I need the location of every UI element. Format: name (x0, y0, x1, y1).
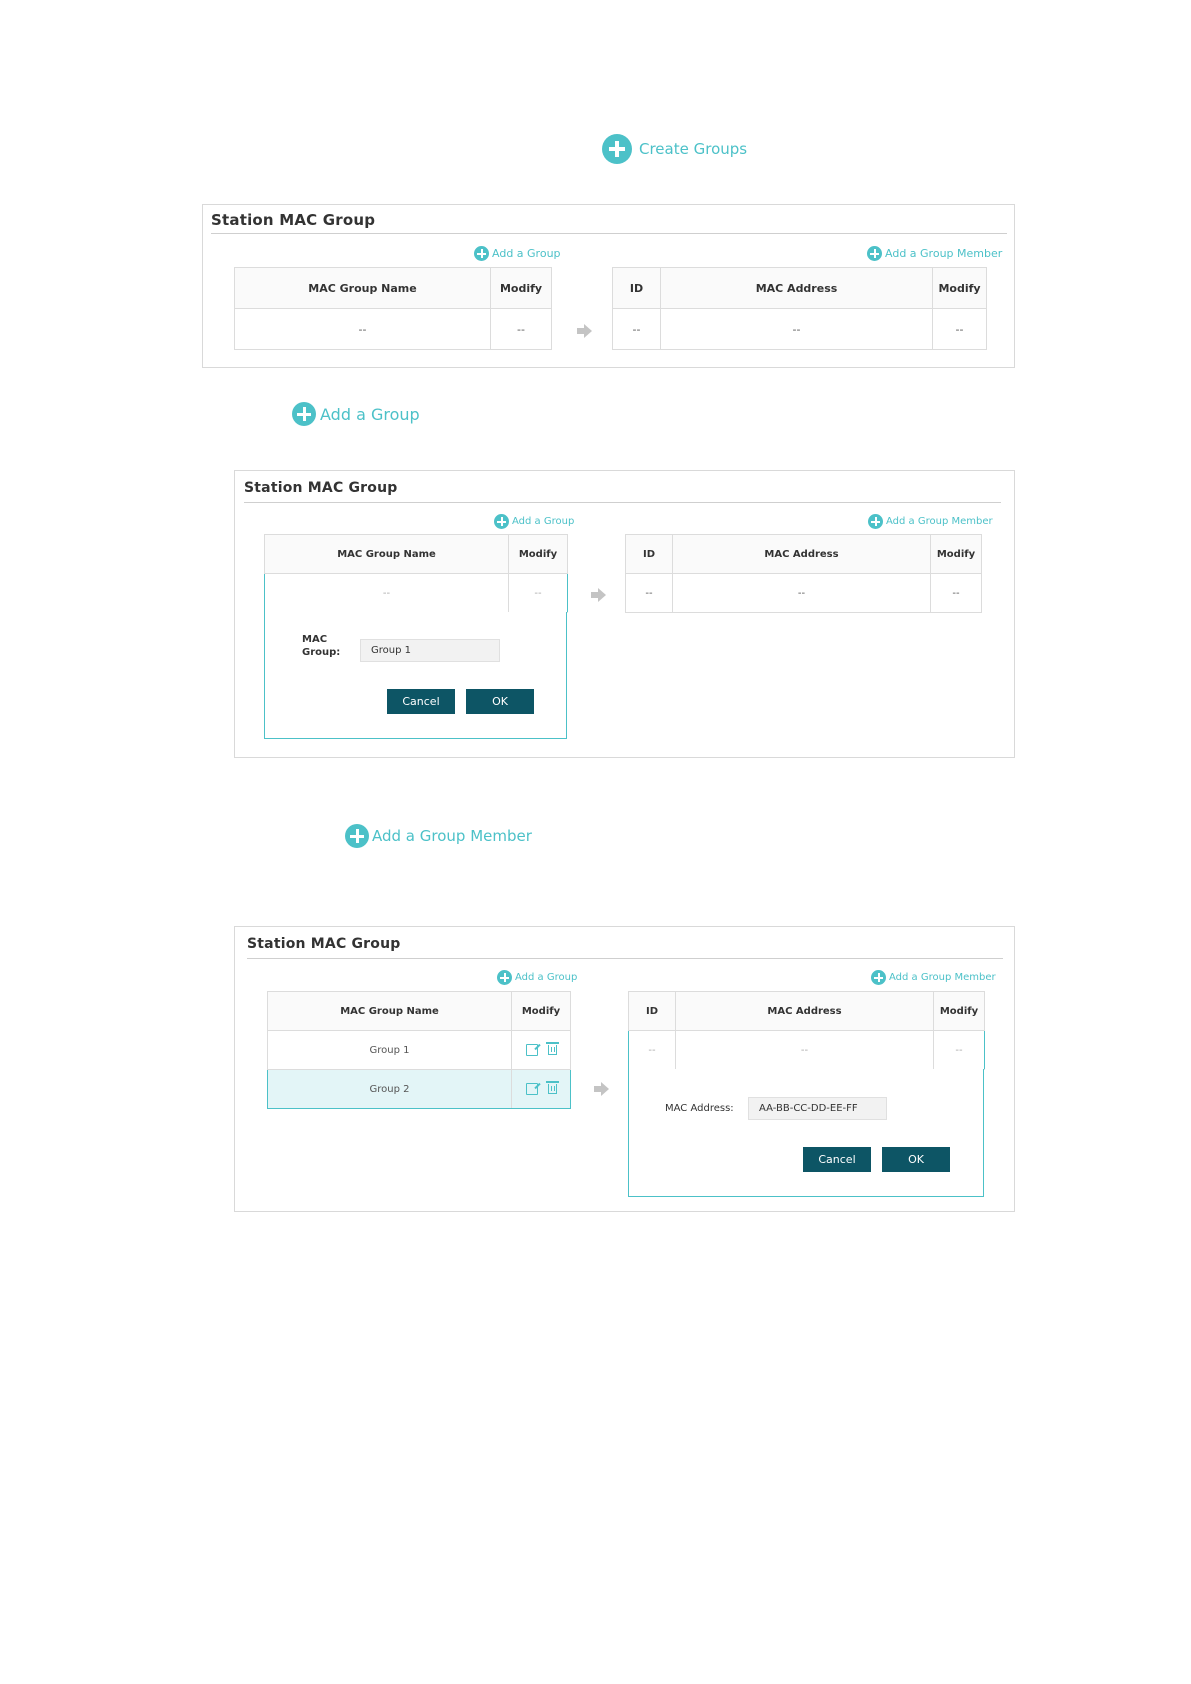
member-table: ID MAC Address Modify -- -- -- (628, 991, 985, 1070)
add-group-section-link[interactable]: Add a Group (292, 402, 420, 426)
cell-modify: -- (930, 573, 982, 613)
panel-title: Station MAC Group (211, 211, 376, 229)
cell-group-name: -- (234, 308, 491, 350)
column-header-mac-group-name[interactable]: MAC Group Name (234, 267, 491, 309)
plus-circle-icon (292, 402, 316, 426)
column-header-id[interactable]: ID (628, 991, 676, 1031)
panel-divider (247, 958, 1003, 959)
column-header-mac-group-name[interactable]: MAC Group Name (267, 991, 512, 1031)
add-group-member-link[interactable]: Add a Group Member (871, 970, 996, 985)
cell-id: -- (625, 573, 673, 613)
trash-icon[interactable] (545, 1081, 559, 1094)
plus-circle-icon (345, 824, 369, 848)
plus-circle-icon (497, 970, 512, 985)
create-groups-label: Create Groups (639, 140, 748, 158)
plus-circle-icon (867, 246, 882, 261)
arrow-right-icon (591, 588, 606, 602)
arrow-right-icon (594, 1082, 609, 1096)
add-group-label: Add a Group (512, 516, 575, 527)
add-group-section-label: Add a Group (320, 404, 420, 424)
cell-mac: -- (675, 1030, 934, 1070)
cell-group-name: -- (264, 573, 509, 613)
table-row[interactable]: -- -- (234, 308, 552, 350)
create-groups-link[interactable]: Create Groups (602, 134, 747, 164)
arrow-right-icon (577, 324, 592, 338)
column-header-id[interactable]: ID (612, 267, 661, 309)
column-header-modify[interactable]: Modify (508, 534, 568, 574)
edit-icon[interactable] (525, 1083, 538, 1095)
cancel-button[interactable]: Cancel (387, 689, 455, 714)
plus-circle-icon (474, 246, 489, 261)
add-group-link[interactable]: Add a Group (497, 970, 577, 985)
table-row[interactable]: -- -- -- (628, 1030, 985, 1070)
cell-modify (511, 1069, 571, 1109)
mac-address-input[interactable]: AA-BB-CC-DD-EE-FF (748, 1097, 887, 1120)
group-table: MAC Group Name Modify -- -- (264, 534, 568, 613)
add-group-member-label: Add a Group Member (889, 972, 996, 983)
cell-modify (511, 1030, 571, 1070)
table-row[interactable]: Group 1 (267, 1030, 571, 1070)
trash-icon[interactable] (545, 1042, 559, 1055)
add-member-form (628, 1069, 984, 1197)
ok-button[interactable]: OK (466, 689, 534, 714)
column-header-mac-address[interactable]: MAC Address (660, 267, 933, 309)
column-header-modify[interactable]: Modify (932, 267, 987, 309)
column-header-mac-group-name[interactable]: MAC Group Name (264, 534, 509, 574)
panel-divider (211, 233, 1007, 234)
cancel-button[interactable]: Cancel (803, 1147, 871, 1172)
cell-id: -- (628, 1030, 676, 1070)
table-row[interactable]: -- -- (264, 573, 568, 613)
member-table: ID MAC Address Modify -- -- -- (612, 267, 987, 350)
add-group-link[interactable]: Add a Group (494, 514, 574, 529)
add-group-member-label: Add a Group Member (886, 516, 993, 527)
group-table: MAC Group Name Modify -- -- (234, 267, 552, 350)
cell-group-name: Group 1 (267, 1030, 512, 1070)
cell-modify: -- (932, 308, 987, 350)
column-header-modify[interactable]: Modify (511, 991, 571, 1031)
plus-circle-icon (871, 970, 886, 985)
add-group-form (264, 612, 567, 739)
cell-modify: -- (508, 573, 568, 613)
column-header-id[interactable]: ID (625, 534, 673, 574)
cell-mac: -- (660, 308, 933, 350)
plus-circle-icon (494, 514, 509, 529)
column-header-modify[interactable]: Modify (490, 267, 552, 309)
cell-modify: -- (933, 1030, 985, 1070)
mac-group-input[interactable]: Group 1 (360, 639, 500, 662)
column-header-modify[interactable]: Modify (930, 534, 982, 574)
add-group-member-section-label: Add a Group Member (372, 827, 532, 845)
add-group-member-section-link[interactable]: Add a Group Member (345, 824, 532, 848)
mac-group-label: MAC Group: (302, 634, 341, 658)
column-header-modify[interactable]: Modify (933, 991, 985, 1031)
panel-title: Station MAC Group (244, 480, 398, 496)
ok-button[interactable]: OK (882, 1147, 950, 1172)
cell-mac: -- (672, 573, 931, 613)
panel-divider (244, 502, 1001, 503)
mac-address-label: MAC Address: (665, 1103, 734, 1114)
add-group-link[interactable]: Add a Group (474, 246, 561, 261)
add-group-member-link[interactable]: Add a Group Member (868, 514, 993, 529)
add-group-label: Add a Group (515, 972, 578, 983)
member-table: ID MAC Address Modify -- -- -- (625, 534, 982, 613)
column-header-mac-address[interactable]: MAC Address (675, 991, 934, 1031)
plus-circle-icon (868, 514, 883, 529)
plus-circle-icon (602, 134, 632, 164)
edit-icon[interactable] (525, 1044, 538, 1056)
add-group-member-label: Add a Group Member (885, 247, 1003, 260)
table-row[interactable]: -- -- -- (625, 573, 982, 613)
add-group-member-link[interactable]: Add a Group Member (867, 246, 1002, 261)
table-row-selected[interactable]: Group 2 (267, 1069, 571, 1109)
table-row[interactable]: -- -- -- (612, 308, 987, 350)
cell-id: -- (612, 308, 661, 350)
add-group-label: Add a Group (492, 247, 561, 260)
column-header-mac-address[interactable]: MAC Address (672, 534, 931, 574)
panel-title: Station MAC Group (247, 936, 401, 952)
cell-group-name: Group 2 (267, 1069, 512, 1109)
group-table: MAC Group Name Modify Group 1 Group 2 (267, 991, 571, 1109)
cell-modify: -- (490, 308, 552, 350)
